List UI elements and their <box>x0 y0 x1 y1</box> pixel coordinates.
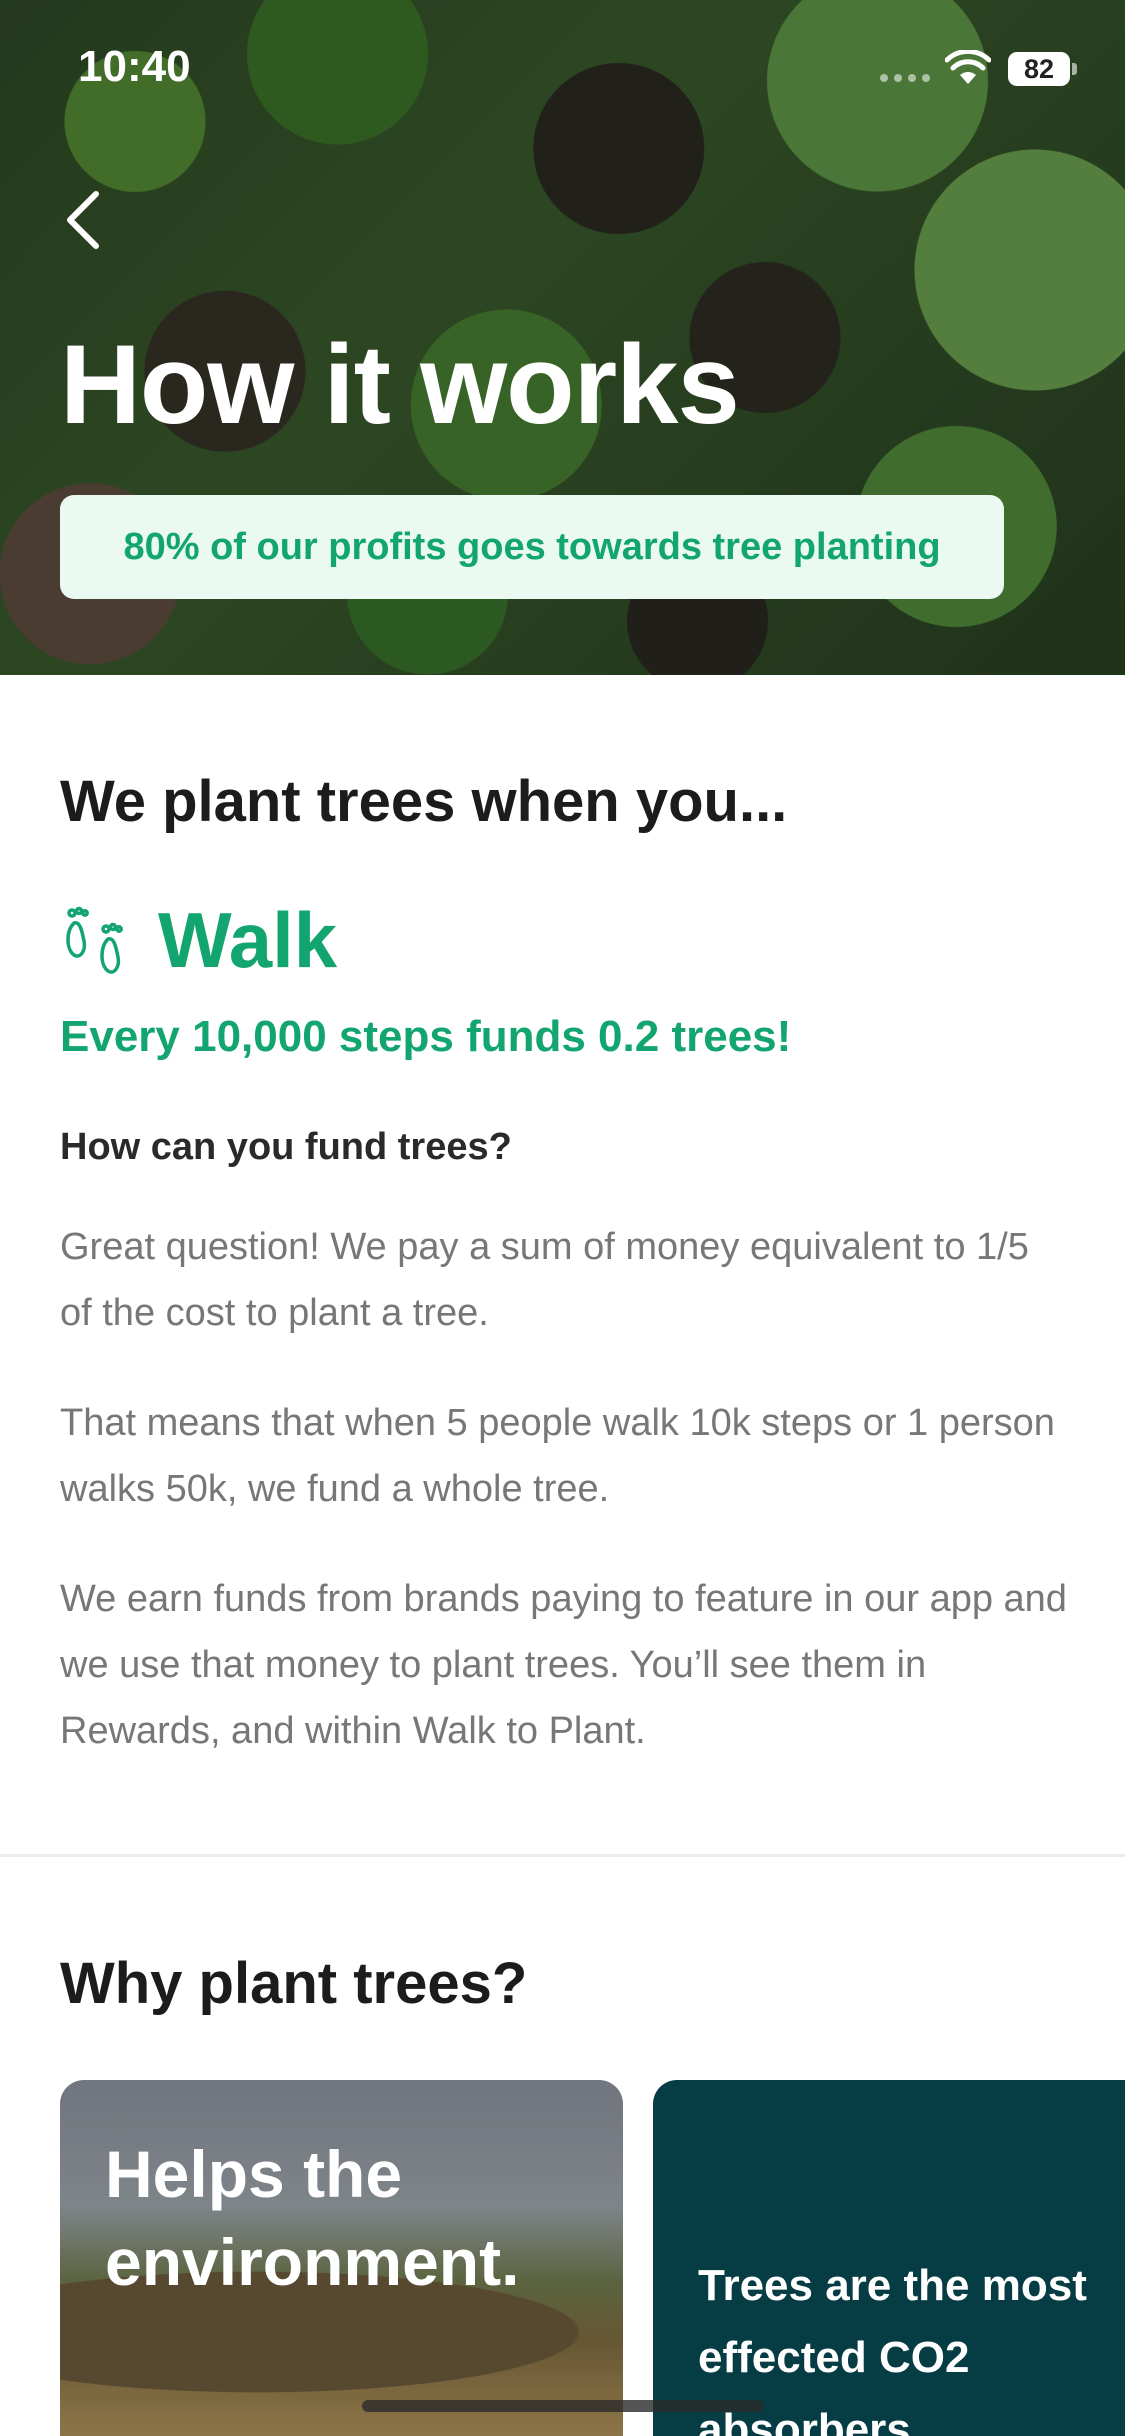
cellular-signal-icon <box>880 74 930 82</box>
paragraph-fund-example: That means that when 5 people walk 10k s… <box>60 1402 1055 1510</box>
paragraph-funding-source: We earn funds from brands paying to feat… <box>60 1578 1067 1752</box>
paragraph-cost-share: Great question! We pay a sum of money eq… <box>60 1226 1029 1334</box>
status-time: 10:40 <box>78 42 191 91</box>
walk-steps-info: Every 10,000 steps funds 0.2 trees! <box>60 1012 792 1061</box>
battery-level: 82 <box>1023 53 1055 84</box>
wifi-icon <box>945 50 991 84</box>
card-environment-title: Helps the environment. <box>105 2137 520 2299</box>
section-divider <box>0 1854 1125 1857</box>
how-it-works-screen: 10:40 82 How it works 80% of our profits… <box>0 0 1125 2436</box>
walk-title: Walk <box>158 896 338 984</box>
footprints-icon <box>66 906 123 974</box>
card-environment[interactable]: Helps the environment. <box>60 2080 623 2436</box>
why-section-heading: Why plant trees? <box>60 1951 528 2016</box>
chevron-left-icon <box>67 191 99 249</box>
profit-banner-text: 80% of our profits goes towards tree pla… <box>123 525 941 568</box>
card-co2[interactable]: Trees are the most effected CO2 absorber… <box>653 2080 1125 2436</box>
battery-icon: 82 <box>1008 52 1078 86</box>
status-bar: 10:40 82 <box>0 0 1125 135</box>
walk-activity-header: Walk <box>60 895 337 986</box>
hero-header: 10:40 82 How it works 80% of our profits… <box>0 0 1125 675</box>
page-title: How it works <box>60 322 740 447</box>
back-button[interactable] <box>56 180 116 260</box>
home-indicator[interactable] <box>362 2400 764 2412</box>
plant-section-heading: We plant trees when you... <box>60 769 788 834</box>
fund-question-heading: How can you fund trees? <box>60 1126 512 1168</box>
profit-banner: 80% of our profits goes towards tree pla… <box>60 495 1004 599</box>
